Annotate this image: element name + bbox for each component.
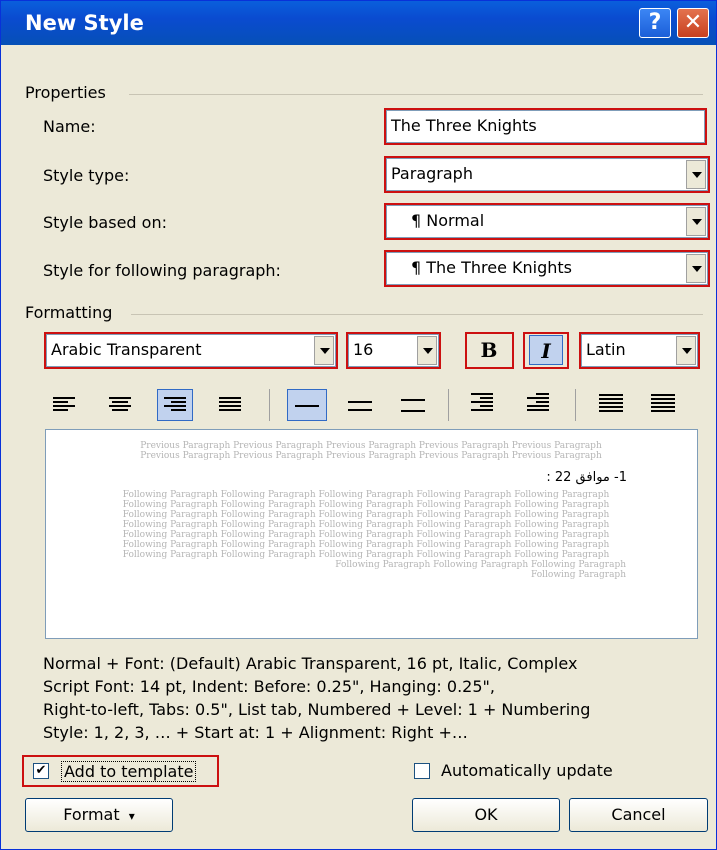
style-description: Normal + Font: (Default) Arabic Transpar… bbox=[43, 652, 703, 744]
help-button[interactable]: ? bbox=[639, 8, 671, 38]
align-right-icon bbox=[164, 397, 186, 415]
size-value: 16 bbox=[353, 340, 374, 359]
font-value: Arabic Transparent bbox=[51, 340, 202, 359]
script-select[interactable]: Latin bbox=[581, 334, 698, 367]
formatting-divider bbox=[131, 314, 703, 315]
font-dropdown-arrow[interactable] bbox=[314, 336, 334, 365]
based-on-select[interactable]: ¶ Normal bbox=[386, 205, 708, 238]
size-dropdown-arrow[interactable] bbox=[417, 336, 437, 365]
align-left-icon[interactable] bbox=[53, 397, 75, 415]
description-line-1: Normal + Font: (Default) Arabic Transpar… bbox=[43, 654, 578, 673]
decrease-indent-icon[interactable] bbox=[599, 394, 623, 416]
format-dropdown-icon: ▾ bbox=[128, 809, 135, 823]
properties-divider bbox=[129, 94, 703, 95]
font-select[interactable]: Arabic Transparent bbox=[46, 334, 336, 367]
cancel-button[interactable]: Cancel bbox=[569, 798, 708, 832]
description-line-3: Right-to-left, Tabs: 0.5", List tab, Num… bbox=[43, 700, 591, 719]
preview-following-line-7: Following Paragraph Following Paragraph … bbox=[122, 550, 610, 560]
preview-following-line-8: Following Paragraph Following Paragraph … bbox=[335, 560, 626, 580]
name-input[interactable]: The Three Knights bbox=[386, 110, 705, 143]
new-style-dialog: New Style ? ✕ Properties Name: The Three… bbox=[0, 0, 717, 850]
ok-button[interactable]: OK bbox=[412, 798, 560, 832]
based-on-dropdown-arrow[interactable] bbox=[686, 207, 706, 236]
style-type-label: Style type: bbox=[43, 166, 130, 185]
description-line-2: Script Font: 14 pt, Indent: Before: 0.25… bbox=[43, 677, 495, 696]
following-style-value: ¶ The Three Knights bbox=[411, 258, 573, 277]
one-half-spacing-icon[interactable] bbox=[348, 401, 372, 419]
close-button[interactable]: ✕ bbox=[677, 8, 709, 38]
decrease-paragraph-spacing-icon[interactable] bbox=[527, 393, 549, 417]
toolbar-separator bbox=[269, 389, 270, 421]
following-style-dropdown-arrow[interactable] bbox=[686, 254, 706, 283]
style-type-dropdown-arrow[interactable] bbox=[686, 160, 706, 189]
script-dropdown-arrow[interactable] bbox=[676, 336, 696, 365]
auto-update-checkbox[interactable] bbox=[414, 763, 430, 779]
script-value: Latin bbox=[586, 340, 626, 359]
properties-group-label: Properties bbox=[25, 83, 106, 102]
bold-button[interactable]: B bbox=[472, 335, 506, 365]
following-style-label: Style for following paragraph: bbox=[43, 261, 281, 280]
auto-update-label[interactable]: Automatically update bbox=[441, 761, 613, 780]
dialog-title: New Style bbox=[25, 11, 144, 35]
format-button-label: Format bbox=[63, 805, 120, 824]
italic-button[interactable]: I bbox=[529, 335, 563, 365]
style-type-value: Paragraph bbox=[391, 164, 473, 183]
preview-following-line-6: Following Paragraph Following Paragraph … bbox=[122, 540, 610, 550]
preview-previous-line-2: Previous Paragraph Previous Paragraph Pr… bbox=[140, 451, 602, 461]
align-center-icon[interactable] bbox=[109, 397, 131, 415]
style-preview: Previous Paragraph Previous Paragraph Pr… bbox=[45, 429, 698, 639]
add-to-template-checkbox[interactable]: ✔ bbox=[33, 763, 49, 779]
based-on-value: ¶ Normal bbox=[411, 211, 485, 230]
based-on-label: Style based on: bbox=[43, 213, 167, 232]
single-spacing-icon bbox=[295, 405, 319, 423]
style-type-select[interactable]: Paragraph bbox=[386, 158, 708, 191]
preview-previous-line-1: Previous Paragraph Previous Paragraph Pr… bbox=[140, 441, 602, 451]
toolbar-separator-3 bbox=[575, 389, 576, 421]
preview-sample-text: 1- موافق 22 : bbox=[546, 470, 627, 485]
preview-following-line-2: Following Paragraph Following Paragraph … bbox=[122, 500, 610, 510]
preview-following-line-3: Following Paragraph Following Paragraph … bbox=[122, 510, 610, 520]
title-bar[interactable]: New Style ? ✕ bbox=[1, 1, 716, 45]
formatting-group-label: Formatting bbox=[25, 303, 113, 322]
description-line-4: Style: 1, 2, 3, … + Start at: 1 + Alignm… bbox=[43, 723, 468, 742]
justify-icon[interactable] bbox=[219, 397, 241, 415]
add-to-template-label[interactable]: Add to template bbox=[61, 761, 197, 782]
preview-following-line-5: Following Paragraph Following Paragraph … bbox=[122, 530, 610, 540]
size-select[interactable]: 16 bbox=[348, 334, 439, 367]
following-style-select[interactable]: ¶ The Three Knights bbox=[386, 252, 708, 285]
increase-paragraph-spacing-icon[interactable] bbox=[471, 393, 493, 417]
increase-indent-icon[interactable] bbox=[651, 394, 675, 416]
toolbar-separator-2 bbox=[448, 389, 449, 421]
name-label: Name: bbox=[43, 117, 96, 136]
format-button[interactable]: Format ▾ bbox=[25, 798, 173, 832]
double-spacing-icon[interactable] bbox=[401, 399, 425, 417]
preview-following-line-4: Following Paragraph Following Paragraph … bbox=[122, 520, 610, 530]
preview-following-line-1: Following Paragraph Following Paragraph … bbox=[122, 490, 610, 500]
